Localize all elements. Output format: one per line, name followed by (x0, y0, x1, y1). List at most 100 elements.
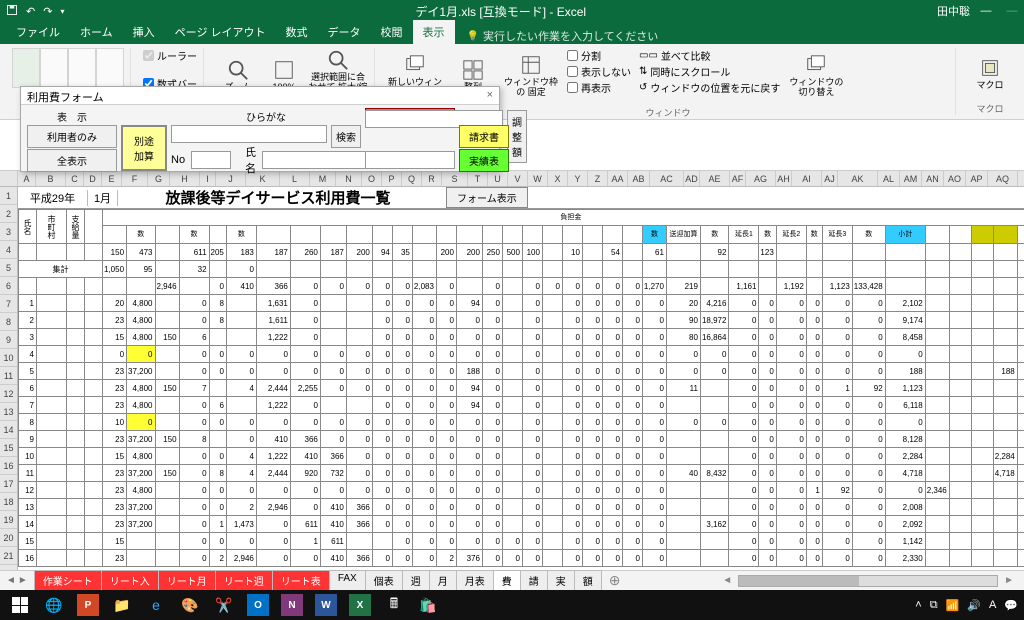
row-headers[interactable]: 123456789101112131415161718192021 (0, 187, 18, 570)
start-button[interactable] (6, 593, 34, 617)
sheet-tab[interactable]: 月 (429, 570, 457, 592)
row-header[interactable]: 16 (0, 457, 17, 475)
hiragana-input[interactable] (171, 125, 327, 143)
tray-ime-icon[interactable]: A (989, 599, 996, 611)
system-tray[interactable]: ˄ ⧉ 📶 🔊 A 💬 (915, 599, 1018, 612)
form-show-button[interactable]: フォーム表示 (446, 187, 528, 208)
hide-check[interactable]: 表示しない (567, 64, 631, 79)
row-header[interactable]: 13 (0, 403, 17, 421)
tab-nav-next-icon[interactable]: ► (18, 575, 28, 586)
col-header[interactable]: AL (878, 171, 900, 186)
sheet-tab[interactable]: 額 (574, 570, 602, 592)
row-header[interactable]: 18 (0, 493, 17, 511)
sheet-tab[interactable]: 作業シート (34, 570, 102, 592)
sheet-tab[interactable]: FAX (329, 570, 366, 592)
sheet-tab[interactable]: 請 (520, 570, 548, 592)
sheet-tab[interactable]: リート表 (272, 570, 330, 592)
tray-dropbox-icon[interactable]: ⧉ (930, 599, 938, 612)
users-only-button[interactable]: 利用者のみ (27, 125, 117, 148)
col-header[interactable]: AD (684, 171, 700, 186)
taskbar-calc-icon[interactable]: 🖩 (380, 593, 408, 617)
month-cell[interactable]: 1月 (88, 190, 118, 206)
side-by-side-button[interactable]: ▭▭ 並べて比較 (639, 48, 780, 63)
col-header[interactable]: AB (628, 171, 650, 186)
tab-pagelayout[interactable]: ページ レイアウト (165, 20, 276, 44)
col-header[interactable]: AP (966, 171, 988, 186)
sheet-tab[interactable]: 実 (547, 570, 575, 592)
pagebreak-view-button[interactable] (40, 48, 68, 88)
col-header[interactable]: AF (730, 171, 746, 186)
row-header[interactable]: 6 (0, 277, 17, 295)
taskbar-excel-icon[interactable]: X (346, 593, 374, 617)
tab-insert[interactable]: 挿入 (123, 20, 165, 44)
sheet-tab[interactable]: リート入 (101, 570, 159, 592)
custom-view-button[interactable] (96, 48, 124, 88)
tab-formulas[interactable]: 数式 (276, 20, 318, 44)
taskbar-onenote-icon[interactable]: N (278, 593, 306, 617)
row-header[interactable]: 3 (0, 223, 17, 241)
row-header[interactable]: 14 (0, 421, 17, 439)
row-header[interactable]: 17 (0, 475, 17, 493)
sheet-tab[interactable]: 週 (402, 570, 430, 592)
ruler-check[interactable]: ルーラー (143, 48, 197, 63)
tab-view[interactable]: 表示 (413, 20, 455, 44)
tab-file[interactable]: ファイル (6, 20, 70, 44)
extra-add-toggle[interactable]: 別途 加算 (121, 125, 167, 171)
tell-me[interactable]: 実行したい作業を入力してください (467, 28, 659, 44)
sheet-tab[interactable]: リート週 (215, 570, 273, 592)
no-input[interactable] (191, 151, 231, 169)
tab-data[interactable]: データ (318, 20, 371, 44)
sheet-tab[interactable]: 個表 (365, 570, 403, 592)
col-header[interactable]: AR (1018, 171, 1024, 186)
taskbar-outlook-icon[interactable]: O (244, 593, 272, 617)
row-header[interactable]: 12 (0, 385, 17, 403)
col-header[interactable]: AE (700, 171, 730, 186)
add-sheet-button[interactable]: ⊕ (601, 572, 629, 589)
tray-up-icon[interactable]: ˄ (915, 599, 921, 611)
col-header[interactable]: AO (944, 171, 966, 186)
row-header[interactable]: 4 (0, 241, 17, 259)
save-icon[interactable] (6, 4, 18, 19)
unhide-check[interactable]: 再表示 (567, 80, 631, 95)
results-button[interactable]: 実績表 (459, 149, 509, 172)
tray-wifi-icon[interactable]: 📶 (946, 599, 960, 612)
col-header[interactable]: AH (776, 171, 792, 186)
col-header[interactable]: AJ (822, 171, 838, 186)
freeze-panes-button[interactable]: ウィンドウ枠の 固定 (503, 48, 559, 104)
col-header[interactable]: AK (838, 171, 878, 186)
macros-button[interactable]: マクロ (968, 48, 1012, 100)
row-header[interactable]: 11 (0, 367, 17, 385)
col-header[interactable]: AA (608, 171, 628, 186)
col-header[interactable]: Z (588, 171, 608, 186)
row-header[interactable]: 19 (0, 511, 17, 529)
sync-scroll-button[interactable]: ⇅ 同時にスクロール (639, 64, 780, 79)
taskbar-snip-icon[interactable]: ✂️ (210, 593, 238, 617)
split-check[interactable]: 分割 (567, 48, 631, 63)
pagelayout-view-button[interactable] (68, 48, 96, 88)
hscroll-right-icon[interactable]: ► (1004, 575, 1014, 587)
data-table[interactable]: 氏名市町村支給量負担金諸費用合計数数数数送迎加算数延長1数延長2数延長3数小計小… (18, 209, 1024, 567)
taskbar-paint-icon[interactable]: 🎨 (176, 593, 204, 617)
switch-window-button[interactable]: ウィンドウの 切り替え (788, 48, 844, 104)
tab-review[interactable]: 校閲 (371, 20, 413, 44)
cells[interactable]: 平成29年 1月 放課後等デイサービス利用費一覧 フォーム表示 氏名市町村支給量… (18, 187, 1024, 570)
minimize-button[interactable]: — (980, 5, 992, 17)
col-header[interactable]: AG (746, 171, 776, 186)
sheet-tab[interactable]: 費 (493, 570, 521, 592)
row-header[interactable]: 20 (0, 529, 17, 547)
horizontal-scrollbar[interactable] (738, 575, 998, 587)
row-header[interactable]: 5 (0, 259, 17, 277)
taskbar-powerpoint-icon[interactable]: P (74, 593, 102, 617)
taskbar-store-icon[interactable]: 🛍️ (414, 593, 442, 617)
tab-nav-prev-icon[interactable]: ◄ (6, 575, 16, 586)
sheet-tab[interactable]: リート月 (158, 570, 216, 592)
invoice-button[interactable]: 請求書 (459, 125, 509, 148)
taskbar-browser-icon[interactable]: 🌐 (40, 593, 68, 617)
col-header[interactable]: AC (650, 171, 684, 186)
taskbar-edge-icon[interactable]: e (142, 593, 170, 617)
row-header[interactable]: 9 (0, 331, 17, 349)
col-header[interactable]: X (548, 171, 568, 186)
row-header[interactable]: 2 (0, 205, 17, 223)
col-header[interactable]: AM (900, 171, 922, 186)
col-header[interactable]: AN (922, 171, 944, 186)
